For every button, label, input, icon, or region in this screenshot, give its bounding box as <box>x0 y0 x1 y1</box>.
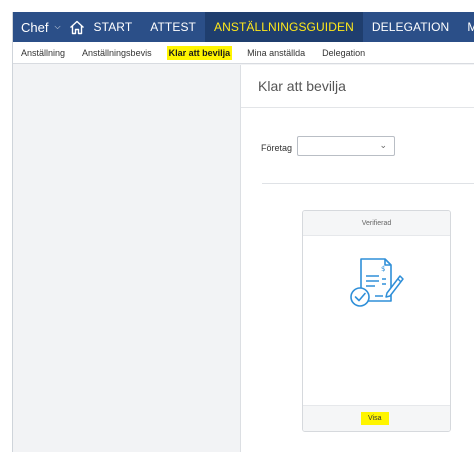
svg-text:$: $ <box>381 265 385 273</box>
chevron-down-icon: ⌵ <box>54 22 61 31</box>
sub-nav: Anställning Anställningsbevis Klar att b… <box>13 42 474 64</box>
home-icon <box>69 20 84 34</box>
verified-document-icon: $ <box>350 258 404 307</box>
nav-item-start[interactable]: START <box>85 12 142 42</box>
card-footer: Visa <box>303 405 450 431</box>
chevron-down-icon: ⌄ <box>379 140 387 150</box>
subnav-item-delegation[interactable]: Delegation <box>320 46 367 60</box>
left-pane <box>13 65 240 452</box>
nav-item-mina-anstallda[interactable]: MINA AN <box>458 12 474 42</box>
subnav-item-klar-att-bevilja[interactable]: Klar att bevilja <box>166 45 233 60</box>
user-menu[interactable]: Chef ⌵ <box>13 12 69 42</box>
main-content: Klar att bevilja Företag ⌄ Verifierad $ <box>240 65 474 452</box>
nav-item-delegation[interactable]: DELEGATION <box>363 12 458 42</box>
verified-card: Verifierad $ Visa <box>302 210 451 432</box>
page-title: Klar att bevilja <box>258 78 346 94</box>
user-menu-label: Chef <box>21 19 49 35</box>
subnav-item-mina-anstallda[interactable]: Mina anställda <box>245 46 307 60</box>
subnav-item-anstallning[interactable]: Anställning <box>19 46 67 60</box>
visa-button[interactable]: Visa <box>361 412 389 425</box>
app-window: Chef ⌵ START ATTEST ANSTÄLLNINGSGUIDEN D… <box>12 12 474 452</box>
home-button[interactable] <box>69 12 85 42</box>
company-select[interactable]: ⌄ <box>297 136 395 156</box>
section-divider <box>262 183 474 184</box>
nav-item-anstallningsguiden[interactable]: ANSTÄLLNINGSGUIDEN <box>205 12 363 42</box>
title-divider <box>241 107 474 108</box>
company-filter-label: Företag <box>261 143 293 153</box>
subnav-item-anstallningsbevis[interactable]: Anställningsbevis <box>80 46 154 60</box>
nav-item-attest[interactable]: ATTEST <box>141 12 205 42</box>
card-status: Verifierad <box>303 211 450 236</box>
top-nav: Chef ⌵ START ATTEST ANSTÄLLNINGSGUIDEN D… <box>13 12 474 42</box>
